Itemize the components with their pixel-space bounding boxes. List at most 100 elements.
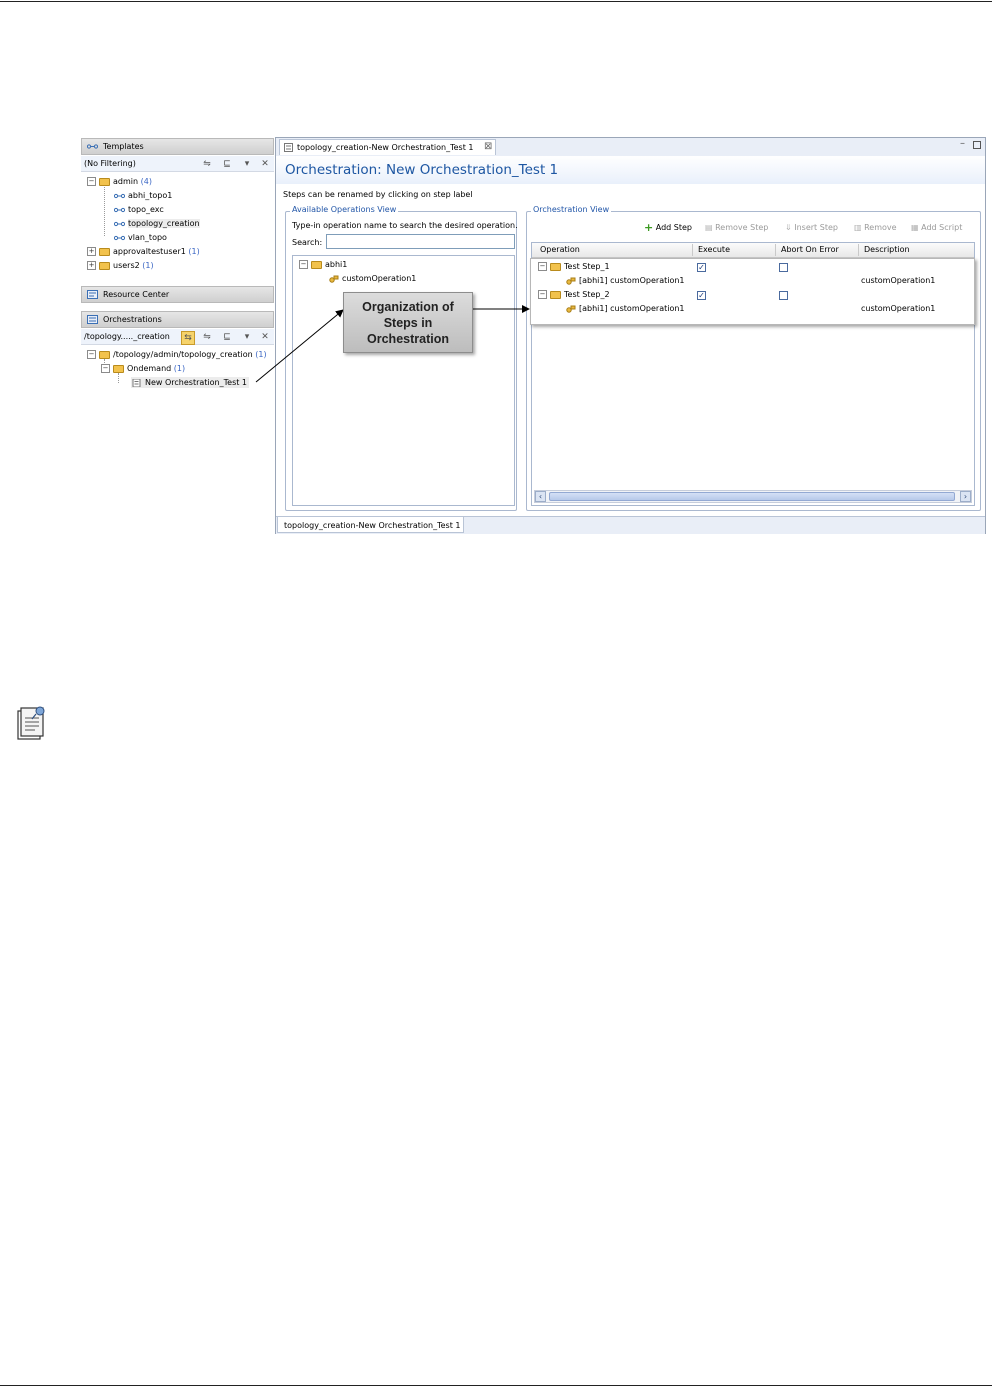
available-operations-title: Available Operations View (290, 205, 399, 214)
folder-icon (550, 262, 561, 271)
editor-file-icon (284, 143, 293, 152)
topology-icon (114, 193, 125, 198)
remove-button[interactable]: ▥ Remove (854, 222, 897, 233)
bottom-tab-label: topology_creation-New Orchestration_Test… (284, 521, 461, 530)
scroll-right-icon[interactable]: › (960, 491, 971, 502)
expand-icon[interactable]: + (87, 261, 96, 270)
expand-icon[interactable]: + (87, 247, 96, 256)
operation-icon (566, 305, 576, 313)
remove-icon: ▥ (854, 223, 862, 232)
tree-item-approvaltestuser1[interactable]: + approvaltestuser1 (1) (87, 246, 200, 257)
scroll-thumb[interactable] (549, 492, 955, 501)
close-icon[interactable]: ✕ (259, 158, 271, 170)
orchestrations-filter-bar: /topology....._creation ⇆ ⇋ ⊑ ▾ ✕ (81, 329, 274, 345)
bottom-rule (0, 1385, 992, 1386)
row-description: customOperation1 (861, 304, 936, 313)
topology-icon (114, 235, 125, 240)
search-input[interactable] (326, 234, 515, 249)
available-operations-group: Available Operations View Type-in operat… (285, 205, 518, 511)
sync-icon[interactable]: ⇆ (181, 331, 195, 345)
column-separator (858, 244, 859, 256)
templates-view-header[interactable]: Templates (81, 138, 274, 155)
tree-item-admin[interactable]: − admin (4) (87, 176, 152, 187)
column-description[interactable]: Description (864, 245, 910, 254)
tree-item-users2[interactable]: + users2 (1) (87, 260, 154, 271)
column-operation[interactable]: Operation (540, 245, 580, 254)
add-step-button[interactable]: + Add Step (644, 222, 692, 233)
collapse-icon[interactable]: − (87, 177, 96, 186)
form-title: Orchestration: New Orchestration_Test 1 (285, 162, 559, 178)
collapse-icon[interactable]: − (538, 262, 547, 271)
tree-guide (118, 373, 119, 383)
templates-filter-bar: (No Filtering) ⇋ ⊑ ▾ ✕ (81, 156, 274, 172)
collapse-icon[interactable]: − (538, 290, 547, 299)
execute-checkbox[interactable]: ✓ (697, 263, 706, 272)
orchestrations-filter-label[interactable]: /topology....._creation (84, 332, 170, 341)
scroll-left-icon[interactable]: ‹ (535, 491, 546, 502)
close-icon[interactable]: ✕ (259, 331, 271, 343)
templates-title: Templates (103, 142, 144, 151)
tree-item-topology-path[interactable]: −/topology/admin/topology_creation (1) (87, 349, 267, 360)
tree-item-ondemand[interactable]: − Ondemand (1) (101, 363, 185, 374)
tree-item-vlan-topo[interactable]: vlan_topo (114, 232, 167, 243)
view-menu-icon[interactable]: ▾ (241, 331, 253, 343)
add-icon: + (644, 221, 654, 234)
add-script-button[interactable]: ▦ Add Script (911, 222, 962, 233)
insert-step-button[interactable]: ⇓ Insert Step (785, 222, 838, 233)
resource-center-icon (87, 290, 98, 299)
folder-icon (99, 261, 110, 270)
table-row-step-1[interactable]: − Test Step_1 (538, 261, 610, 272)
link-icon[interactable]: ⇋ (201, 331, 213, 343)
horizontal-scrollbar[interactable]: ‹ › (534, 490, 972, 503)
collapse-icon[interactable]: − (87, 350, 96, 359)
templates-icon (87, 144, 98, 149)
table-row-operation[interactable]: [abhi1] customOperation1 (566, 303, 685, 314)
tree-item-abhi1[interactable]: − abhi1 (299, 259, 347, 270)
close-tab-icon[interactable]: ⊠ (484, 141, 492, 152)
link-icon[interactable]: ⇋ (201, 158, 213, 170)
tree-item-new-orchestration[interactable]: New Orchestration_Test 1 (131, 377, 249, 388)
minimize-icon[interactable]: – (960, 138, 965, 149)
column-abort-on-error[interactable]: Abort On Error (781, 245, 839, 254)
search-instruction: Type-in operation name to search the des… (292, 221, 518, 230)
orchestrations-view-header[interactable]: Orchestrations (81, 311, 274, 328)
hierarchy-icon[interactable]: ⊑ (221, 331, 233, 343)
tree-guide (104, 184, 105, 236)
column-separator (775, 244, 776, 256)
folder-icon (113, 364, 124, 373)
remove-step-icon: ▤ (705, 223, 713, 232)
table-row-operation[interactable]: [abhi1] customOperation1 (566, 275, 685, 286)
insert-step-icon: ⇓ (785, 223, 792, 232)
rename-hint: Steps can be renamed by clicking on step… (283, 190, 473, 199)
resource-center-header[interactable]: Resource Center (81, 286, 274, 303)
folder-icon (550, 290, 561, 299)
execute-checkbox[interactable]: ✓ (697, 291, 706, 300)
table-row-step-2[interactable]: − Test Step_2 (538, 289, 610, 300)
tree-item-abhi-topo1[interactable]: abhi_topo1 (114, 190, 172, 201)
orchestration-view-title: Orchestration View (531, 205, 612, 214)
remove-step-button[interactable]: ▤ Remove Step (705, 222, 768, 233)
resource-center-title: Resource Center (103, 290, 170, 299)
column-execute[interactable]: Execute (698, 245, 730, 254)
bottom-tab[interactable]: topology_creation-New Orchestration_Test… (277, 517, 464, 533)
hierarchy-icon[interactable]: ⊑ (221, 158, 233, 170)
document-icon (132, 378, 141, 387)
abort-on-error-checkbox[interactable] (779, 263, 788, 272)
bottom-tab-bar: topology_creation-New Orchestration_Test… (276, 516, 985, 534)
editor-tab-bar: topology_creation-New Orchestration_Test… (276, 138, 985, 157)
editor-tab-label: topology_creation-New Orchestration_Test… (297, 143, 474, 152)
collapse-icon[interactable]: − (101, 364, 110, 373)
topology-icon (114, 207, 125, 212)
topology-icon (114, 221, 125, 226)
tree-item-custom-operation[interactable]: customOperation1 (329, 273, 416, 284)
editor-tab[interactable]: topology_creation-New Orchestration_Test… (279, 139, 496, 155)
view-menu-icon[interactable]: ▾ (241, 158, 253, 170)
templates-filter-label[interactable]: (No Filtering) (84, 159, 136, 168)
collapse-icon[interactable]: − (299, 260, 308, 269)
tree-item-topo-exc[interactable]: topo_exc (114, 204, 164, 215)
maximize-icon[interactable] (973, 141, 981, 149)
search-label: Search: (292, 238, 323, 247)
top-rule (0, 1, 992, 2)
tree-item-topology-creation[interactable]: topology_creation (114, 218, 200, 229)
abort-on-error-checkbox[interactable] (779, 291, 788, 300)
